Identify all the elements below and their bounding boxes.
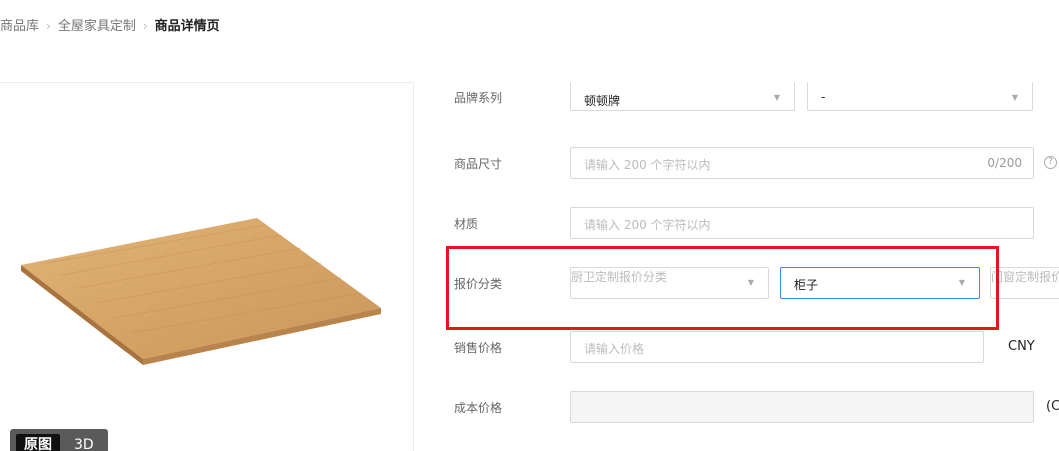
product-attributes-form: 品牌系列 顿顿牌 ▼ - ▼ 商品尺寸 请输入 200 个字符以内 0/200 … (430, 82, 1059, 451)
door-window-category-select[interactable]: 门窗定制报价 (990, 267, 1059, 299)
chevron-right-icon: › (142, 19, 148, 33)
chevron-down-icon: ▼ (1011, 93, 1018, 102)
form-row-quote-category: 报价分类 厨卫定制报价分类 ▼ 柜子 ▼ 门窗定制报价 (430, 267, 1059, 299)
door-window-category-placeholder: 门窗定制报价 (991, 270, 1059, 284)
kitchen-bath-category-placeholder: 厨卫定制报价分类 (571, 270, 668, 284)
product-image-panel: 原图 3D (0, 82, 414, 451)
form-row-brand-series: 品牌系列 顿顿牌 ▼ - ▼ (430, 82, 1059, 119)
breadcrumb-item-current: 商品详情页 (154, 19, 220, 34)
brand-select-value: 顿顿牌 (584, 94, 621, 108)
sale-price-label: 销售价格 (454, 341, 503, 355)
tab-original-image[interactable]: 原图 (16, 434, 60, 451)
size-input[interactable]: 请输入 200 个字符以内 0/200 (570, 147, 1034, 179)
cost-price-label: 成本价格 (454, 401, 503, 415)
sale-price-placeholder: 请输入价格 (584, 342, 645, 356)
sale-price-input[interactable]: 请输入价格 (570, 331, 984, 363)
series-select-value: - (821, 90, 826, 104)
tab-3d-view[interactable]: 3D (66, 434, 102, 451)
material-input-placeholder: 请输入 200 个字符以内 (584, 218, 711, 232)
material-input[interactable]: 请输入 200 个字符以内 (570, 207, 1034, 239)
cabinet-category-value: 柜子 (794, 278, 819, 292)
form-row-cost-price: 成本价格 (C (430, 391, 1059, 423)
form-row-size: 商品尺寸 请输入 200 个字符以内 0/200 ? (430, 147, 1059, 179)
product-image (21, 218, 381, 365)
cost-price-input[interactable] (570, 391, 1034, 423)
size-input-placeholder: 请输入 200 个字符以内 (584, 158, 711, 172)
brand-select[interactable]: 顿顿牌 ▼ (570, 82, 795, 111)
cost-price-currency: (C (1046, 399, 1059, 414)
size-label: 商品尺寸 (454, 157, 503, 171)
chevron-down-icon: ▼ (747, 278, 754, 287)
sale-price-currency: CNY (1008, 339, 1035, 354)
question-circle-icon[interactable]: ? (1044, 156, 1057, 169)
brand-series-label: 品牌系列 (454, 91, 503, 105)
breadcrumb-item-library[interactable]: 商品库 (0, 19, 39, 34)
kitchen-bath-category-select[interactable]: 厨卫定制报价分类 ▼ (570, 267, 769, 299)
view-mode-toggle: 原图 3D (10, 429, 108, 451)
form-row-material: 材质 请输入 200 个字符以内 (430, 207, 1059, 239)
chevron-down-icon: ▼ (958, 278, 965, 287)
series-select[interactable]: - ▼ (807, 82, 1033, 111)
chevron-down-icon: ▼ (773, 93, 780, 102)
quote-category-label: 报价分类 (454, 277, 503, 291)
material-label: 材质 (454, 217, 479, 231)
size-char-count: 0/200 (987, 156, 1022, 170)
form-row-sale-price: 销售价格 请输入价格 CNY (430, 331, 1059, 363)
breadcrumb-item-category[interactable]: 全屋家具定制 (58, 19, 136, 34)
cabinet-category-select[interactable]: 柜子 ▼ (780, 267, 980, 299)
chevron-right-icon: › (46, 19, 51, 33)
breadcrumb: 商品库 › 全屋家具定制 › 商品详情页 (0, 15, 220, 34)
